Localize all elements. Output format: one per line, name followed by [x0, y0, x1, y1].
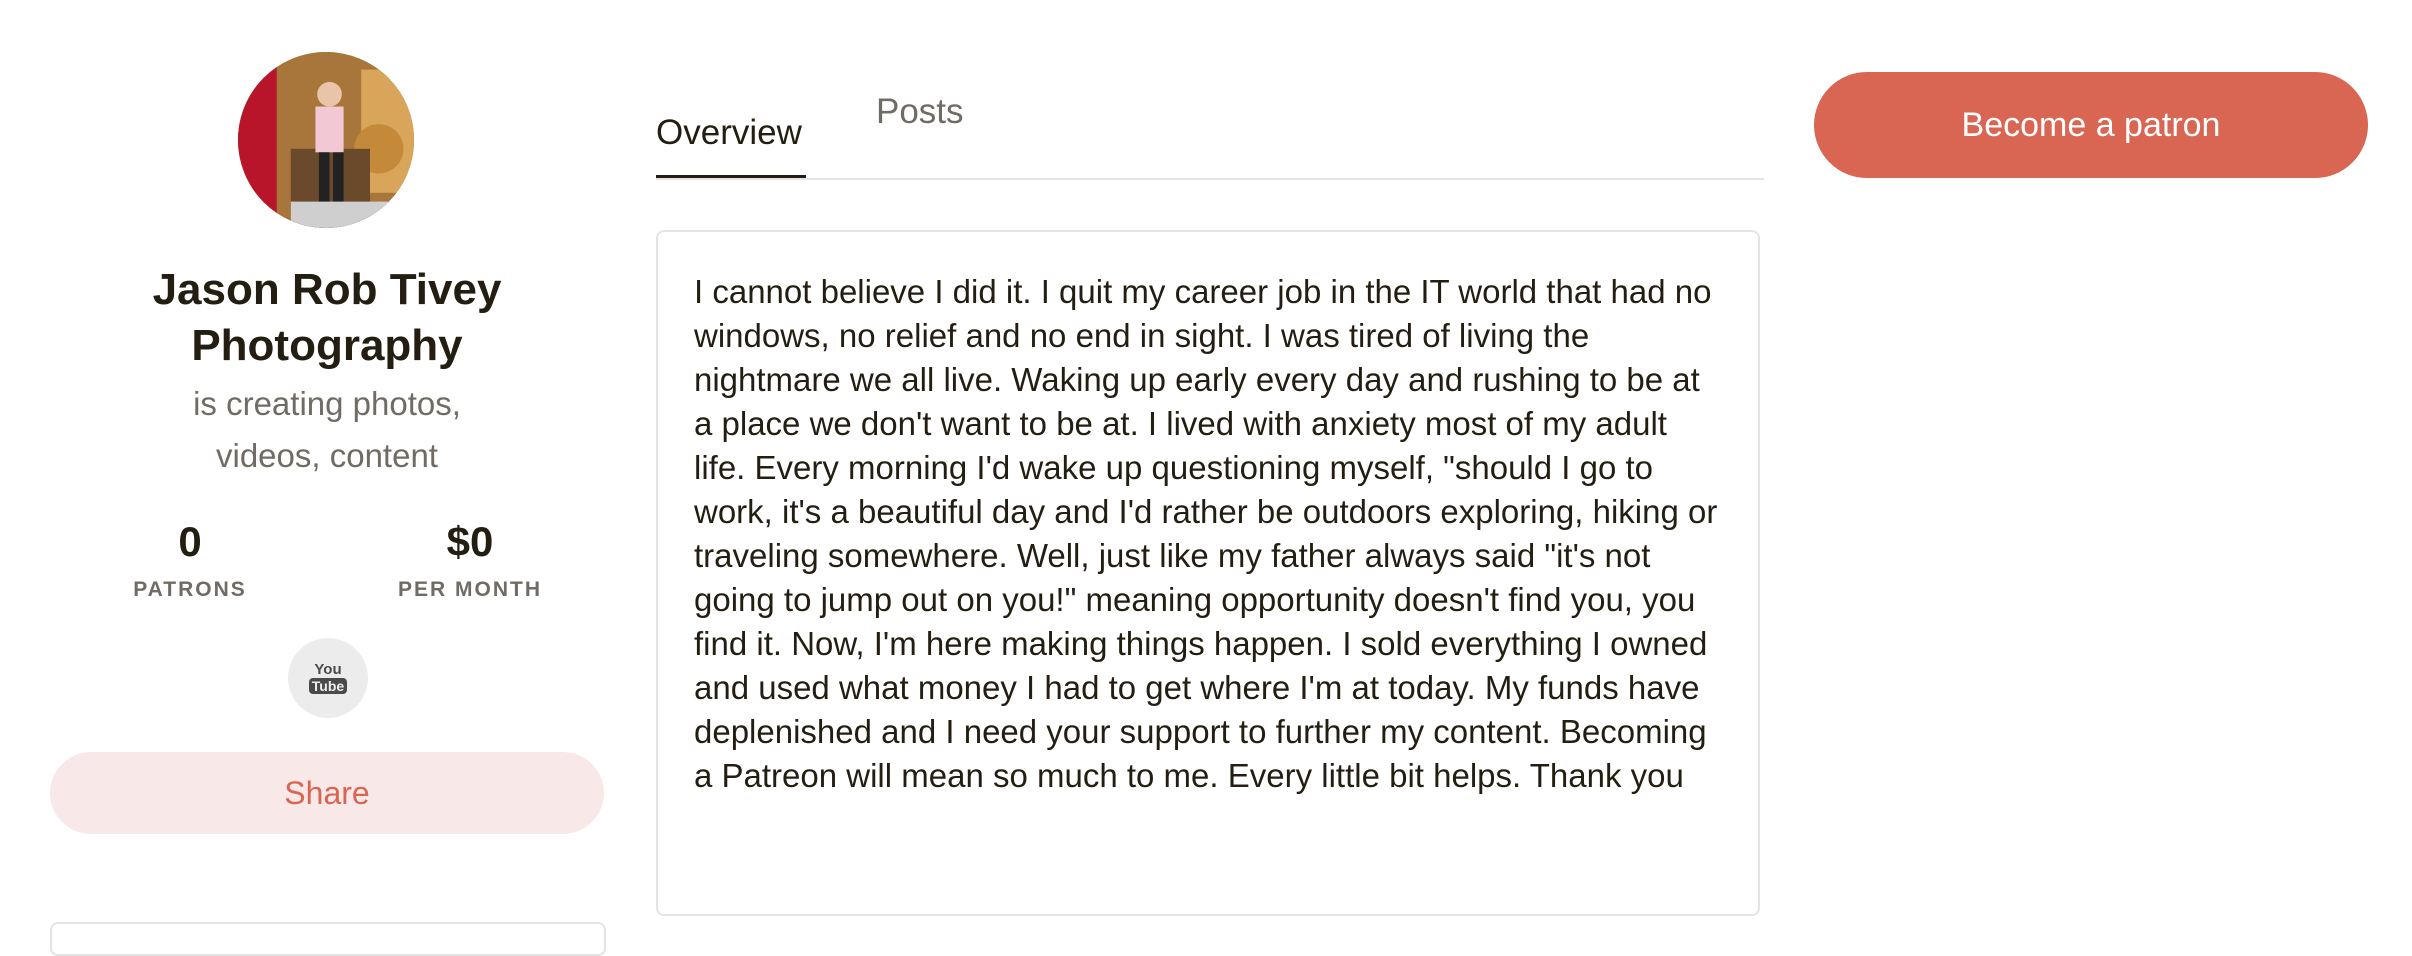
earnings-label: PER MONTH [398, 578, 542, 601]
creator-avatar[interactable] [238, 52, 414, 228]
youtube-icon-you: You [314, 661, 342, 678]
become-patron-button[interactable]: Become a patron [1814, 72, 2368, 178]
profile-tabs: Overview Posts [656, 60, 1764, 180]
share-button[interactable]: Share [50, 752, 604, 834]
patrons-stat: 0 PATRONS [90, 512, 290, 604]
earnings-stat: $0 PER MONTH [370, 512, 570, 604]
avatar-photo [238, 52, 414, 228]
about-text: I cannot believe I did it. I quit my car… [694, 273, 1718, 794]
patrons-count: 0 [178, 518, 202, 565]
earnings-amount: $0 [446, 518, 494, 565]
about-card: I cannot believe I did it. I quit my car… [656, 230, 1760, 916]
sidebar-card [50, 922, 606, 956]
youtube-icon-tube: Tube [308, 678, 348, 694]
tab-posts[interactable]: Posts [876, 90, 964, 134]
youtube-link[interactable]: You Tube [288, 638, 368, 718]
tab-overview[interactable]: Overview [656, 90, 806, 178]
patrons-label: PATRONS [133, 578, 247, 601]
creator-tagline: is creating photos, videos, content [193, 385, 461, 474]
creator-sidebar: Jason Rob Tivey Photography is creating … [50, 0, 606, 956]
youtube-icon: You Tube [308, 661, 348, 694]
creator-name: Jason Rob Tivey Photography [152, 265, 502, 370]
